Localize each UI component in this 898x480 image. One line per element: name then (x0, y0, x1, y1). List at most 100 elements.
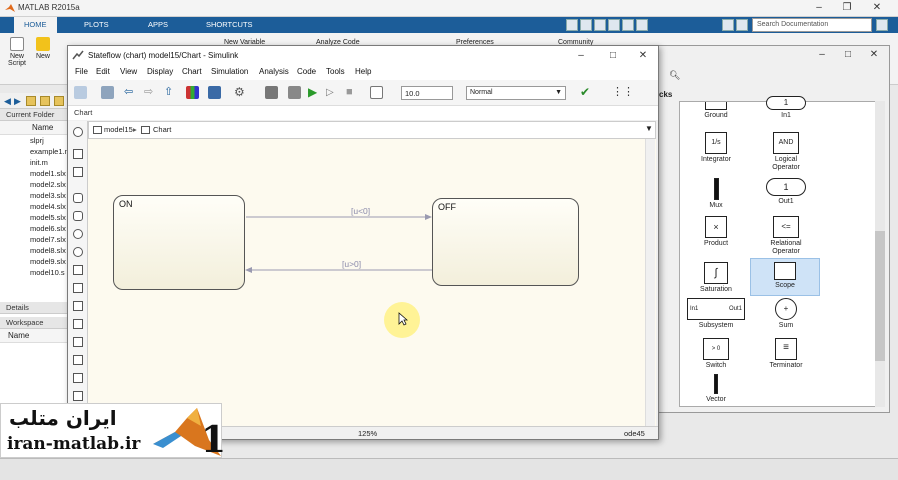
forward-icon[interactable]: ⇨ (144, 86, 157, 99)
file-row[interactable]: model4.slx (0, 201, 69, 212)
file-row[interactable]: model5.slx (0, 212, 69, 223)
library-scrollbar[interactable] (875, 101, 885, 407)
search-icon[interactable] (876, 19, 888, 31)
default-transition-icon[interactable] (73, 247, 83, 257)
menu-tools[interactable]: Tools (326, 67, 345, 76)
step-icon[interactable] (288, 86, 301, 99)
close-button[interactable]: ✕ (864, 1, 890, 15)
save-icon[interactable] (101, 86, 114, 99)
simulation-mode-select[interactable]: Normal ▼ (466, 86, 566, 100)
menu-analysis[interactable]: Analysis (259, 67, 289, 76)
transition-label[interactable]: [u>0] (342, 259, 361, 269)
block-scope[interactable]: Scope (750, 258, 820, 296)
model-advisor-icon[interactable]: ✔ (580, 86, 593, 99)
name-column-header[interactable]: Name (0, 121, 69, 135)
grid-icon[interactable]: ⋮⋮ (612, 86, 634, 99)
chart-canvas[interactable]: ON OFF [u<0] [u>0] (88, 139, 656, 426)
step-forward-icon[interactable]: ▷ (326, 86, 339, 99)
sf-maximize-button[interactable]: □ (600, 49, 626, 63)
lib-maximize-button[interactable]: □ (835, 48, 861, 62)
block-terminator[interactable]: ≡ Terminator (751, 338, 821, 370)
block-out1[interactable]: 1 Out1 (751, 178, 821, 206)
tab-shortcuts[interactable]: SHORTCUTS (196, 17, 263, 33)
file-row[interactable]: model8.slx (0, 245, 69, 256)
menu-code[interactable]: Code (297, 67, 316, 76)
menu-file[interactable]: File (75, 67, 88, 76)
simulation-data-icon[interactable] (370, 86, 383, 99)
truth-table-icon[interactable] (73, 283, 83, 293)
menu-display[interactable]: Display (147, 67, 173, 76)
text-icon[interactable] (73, 391, 83, 401)
back-icon[interactable]: ⇦ (124, 86, 137, 99)
block-relational-operator[interactable]: <= Relational Operator (751, 216, 821, 256)
file-row[interactable]: model1.slx (0, 168, 69, 179)
menu-view[interactable]: View (120, 67, 137, 76)
menu-edit[interactable]: Edit (96, 67, 110, 76)
history-junction-icon[interactable] (73, 229, 83, 239)
state-tool-icon[interactable] (73, 193, 83, 203)
file-row[interactable]: model6.slx (0, 223, 69, 234)
file-row[interactable]: slprj (0, 135, 69, 146)
transition-label[interactable]: [u<0] (351, 206, 370, 216)
block-product[interactable]: × Product (681, 216, 751, 248)
annotation-icon[interactable] (73, 337, 83, 347)
file-row[interactable]: model7.slx (0, 234, 69, 245)
redo-icon[interactable] (636, 19, 648, 31)
folder-icon[interactable] (26, 96, 36, 106)
save-icon[interactable] (566, 19, 578, 31)
tab-chart[interactable]: Chart (74, 108, 92, 117)
copy-icon[interactable] (594, 19, 606, 31)
block-sum[interactable]: + Sum (751, 298, 821, 330)
fit-view-icon[interactable] (73, 167, 83, 177)
lib-minimize-button[interactable]: – (809, 48, 835, 62)
block-mux[interactable]: Mux (681, 178, 751, 210)
block-subsystem[interactable]: In1 Out1 Subsystem (681, 298, 751, 330)
cut-icon[interactable] (580, 19, 592, 31)
graphical-function-icon[interactable] (73, 265, 83, 275)
zoom-icon[interactable]: 🔍︎ (669, 70, 680, 80)
breadcrumb-dropdown-icon[interactable]: ▼ (645, 124, 653, 133)
lib-close-button[interactable]: ✕ (861, 48, 887, 62)
tab-home[interactable]: HOME (14, 17, 57, 33)
new-button[interactable]: New (32, 37, 54, 60)
block-ground[interactable]: Ground (681, 102, 751, 120)
up-icon[interactable]: ⇧ (164, 86, 177, 99)
workspace-name-column[interactable]: Name (0, 329, 69, 343)
config-gear-icon[interactable]: ⚙ (234, 86, 247, 99)
block-integrator[interactable]: 1/s Integrator (681, 132, 751, 164)
menu-help[interactable]: Help (355, 67, 371, 76)
details-header[interactable]: Details (0, 302, 69, 314)
minimize-button[interactable]: – (806, 1, 832, 15)
maximize-button[interactable]: ❐ (834, 1, 860, 15)
stop-time-input[interactable]: 10.0 (401, 86, 453, 100)
documentation-search-input[interactable]: Search Documentation (752, 18, 872, 32)
breadcrumb-chart[interactable]: Chart (153, 125, 171, 134)
forward-icon[interactable]: ▶ (14, 96, 24, 106)
menu-simulation[interactable]: Simulation (211, 67, 248, 76)
menu-chart[interactable]: Chart (182, 67, 202, 76)
block-saturation[interactable]: ∫ Saturation (681, 262, 751, 294)
file-row[interactable]: model2.slx (0, 179, 69, 190)
new-model-icon[interactable] (74, 86, 87, 99)
sf-close-button[interactable]: ✕ (630, 49, 656, 63)
undo-icon[interactable] (622, 19, 634, 31)
tab-plots[interactable]: PLOTS (74, 17, 119, 33)
stop-icon[interactable]: ■ (346, 86, 359, 99)
step-back-icon[interactable] (265, 86, 278, 99)
library-browser-icon[interactable] (186, 86, 199, 99)
file-row[interactable]: model3.slx (0, 190, 69, 201)
file-row[interactable]: model10.s (0, 267, 69, 278)
zoom-icon[interactable] (73, 149, 83, 159)
simulink-function-icon[interactable] (73, 319, 83, 329)
block-logical-operator[interactable]: AND Logical Operator (751, 132, 821, 172)
back-icon[interactable]: ◀ (4, 96, 14, 106)
block-switch[interactable]: > 0 Switch (681, 338, 751, 370)
box-tool-icon[interactable] (73, 211, 83, 221)
block-vector[interactable]: Vector (681, 374, 751, 404)
image-icon[interactable] (73, 373, 83, 383)
table-icon[interactable] (73, 355, 83, 365)
breadcrumb-model[interactable]: model15 (104, 125, 133, 134)
sf-minimize-button[interactable]: – (568, 49, 594, 63)
block-in1[interactable]: 1 In1 (751, 96, 821, 120)
file-row[interactable]: model9.slx (0, 256, 69, 267)
